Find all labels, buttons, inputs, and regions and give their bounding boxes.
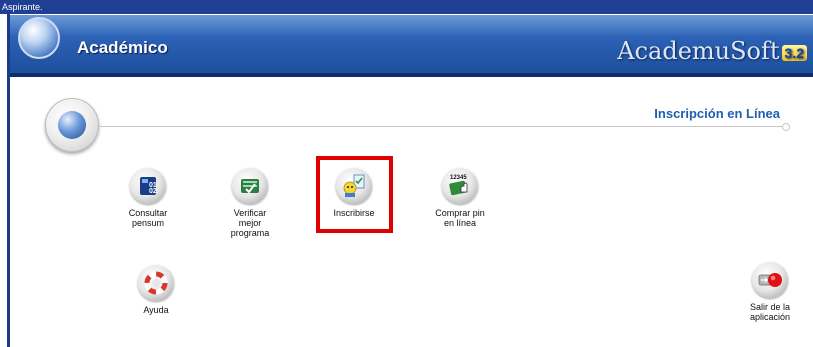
module-title: Académico [77,38,168,57]
verificar-mejor-programa-label: Verificar mejor programa [230,208,270,238]
help-lifebuoy-icon [138,265,174,301]
exit-icon [752,262,788,298]
ayuda-button[interactable]: Ayuda [126,265,186,315]
highlight-box [316,156,393,233]
pensum-icon: 01 02 [130,168,166,204]
academico-logo-icon [18,17,60,59]
section-title: Inscripción en Línea [654,106,780,121]
ayuda-label: Ayuda [143,305,169,315]
window-title: Aspirante. [2,2,43,12]
consultar-pensum-label: Consultar pensum [128,208,168,228]
section-icon [45,98,99,152]
brand-version: 3.2 [781,44,807,61]
window-title-bar: Aspirante. [0,0,813,14]
consultar-pensum-button[interactable]: 01 02 Consultar pensum [118,168,178,228]
checklist-icon [232,168,268,204]
brand-name: AcademuSoft [617,37,780,65]
comprar-pin-label: Comprar pin en línea [435,208,485,228]
verificar-mejor-programa-button[interactable]: Verificar mejor programa [220,168,280,238]
salir-button[interactable]: Salir de la aplicación [730,262,810,322]
buy-pin-icon: 12345 [442,168,478,204]
svg-text:02: 02 [149,188,157,195]
salir-label: Salir de la aplicación [749,302,791,322]
pin-number: 12345 [450,175,467,181]
section-divider [97,126,785,127]
brand-logo: AcademuSoft 3.2 [617,37,807,65]
comprar-pin-button[interactable]: 12345 Comprar pin en línea [424,168,496,228]
